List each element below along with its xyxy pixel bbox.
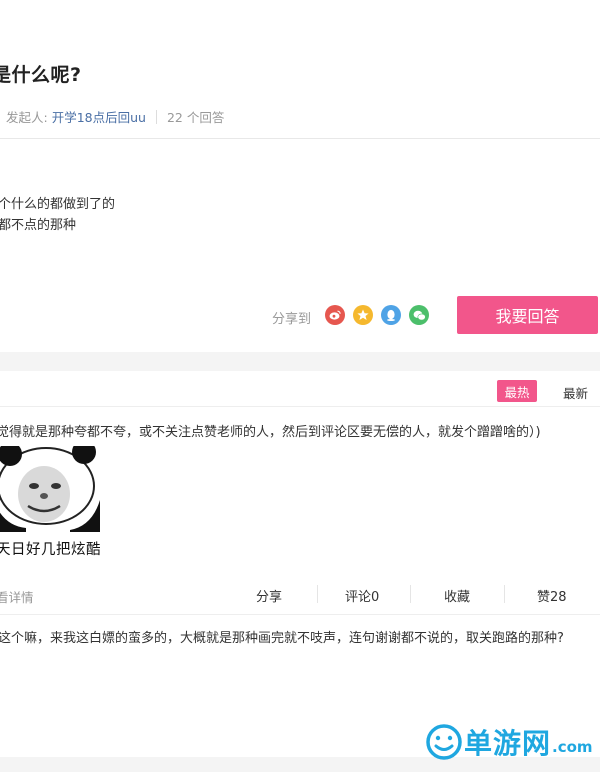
question-body-line: 个什么的都做到了的 [0, 197, 116, 212]
answer-divider [0, 614, 600, 615]
initiator-link[interactable]: 开学18点后回uu [52, 107, 146, 126]
answer-text: 这个嘛，来我这白嫖的蛮多的，大概就是那种画完就不吱声，连句谢谢都不说的，取关跑路… [0, 631, 564, 646]
meta-divider [155, 109, 157, 124]
sort-new-tab[interactable]: 最新 [563, 383, 588, 402]
answers-count: 22 个回答 [166, 110, 225, 125]
action-divider [317, 585, 318, 603]
question-meta: 发起人: 开学18点后回uu 22 个回答 [6, 107, 224, 126]
question-body-line: 都不点的那种 [0, 218, 77, 233]
site-watermark: 单游网 .com [424, 722, 593, 762]
share-label: 分享到 [272, 312, 312, 327]
wechat-icon[interactable] [409, 305, 429, 325]
answer-text: 觉得就是那种夸都不夸，或不关注点赞老师的人，然后到评论区要无偿的人，就发个蹭蹭啥… [0, 425, 541, 440]
comment-action[interactable]: 评论0 [345, 586, 379, 605]
weibo-icon[interactable] [325, 305, 345, 325]
answer-button[interactable]: 我要回答 [457, 296, 598, 334]
action-divider [504, 585, 505, 603]
watermark-text: 单游网 [464, 727, 552, 760]
section-gap [0, 352, 600, 371]
share-action[interactable]: 分享 [256, 586, 282, 605]
action-divider [410, 585, 411, 603]
qq-icon[interactable] [381, 305, 401, 325]
question-title: 是什么呢? [0, 64, 82, 86]
like-action[interactable]: 赞28 [537, 586, 567, 605]
watermark-suffix: .com [552, 738, 593, 756]
favorite-action[interactable]: 收藏 [444, 586, 470, 605]
sort-hot-tab[interactable]: 最热 [497, 380, 537, 402]
header-divider [0, 138, 600, 139]
qzone-icon[interactable] [353, 305, 373, 325]
view-detail-link[interactable]: 看详情 [0, 587, 34, 606]
answer-image-caption: 天日好几把炫酷 [0, 542, 101, 558]
smile-logo-icon [426, 724, 462, 760]
sort-divider [0, 406, 600, 407]
initiator-label: 发起人: [6, 110, 48, 125]
